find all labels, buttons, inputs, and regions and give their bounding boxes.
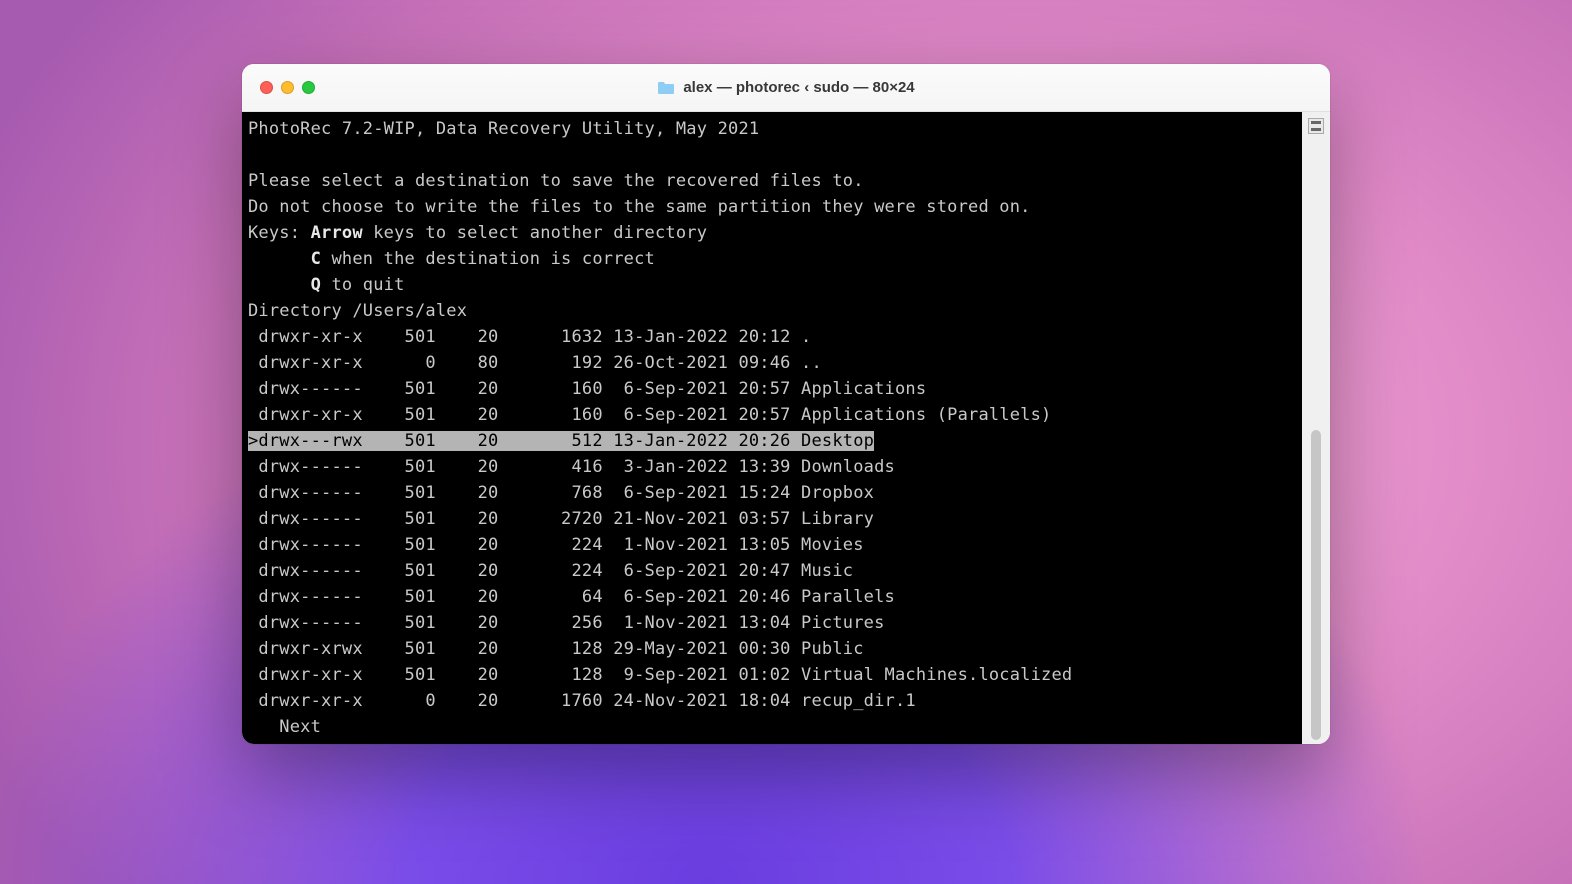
directory-row[interactable]: drwx------ 501 20 224 6-Sep-2021 20:47 M… <box>248 558 1300 584</box>
minimize-button[interactable] <box>281 81 294 94</box>
terminal-window: alex — photorec ‹ sudo — 80×24 PhotoRec … <box>242 64 1330 744</box>
directory-row[interactable]: drwxr-xrwx 501 20 128 29-May-2021 00:30 … <box>248 636 1300 662</box>
window-title-text: alex — photorec ‹ sudo — 80×24 <box>683 79 914 96</box>
directory-row[interactable]: drwx------ 501 20 768 6-Sep-2021 15:24 D… <box>248 480 1300 506</box>
directory-row-selected[interactable]: >drwx---rwx 501 20 512 13-Jan-2022 20:26… <box>248 428 1300 454</box>
scrollbar-thumb[interactable] <box>1311 430 1321 740</box>
window-title: alex — photorec ‹ sudo — 80×24 <box>657 79 914 96</box>
directory-row[interactable]: drwx------ 501 20 160 6-Sep-2021 20:57 A… <box>248 376 1300 402</box>
directory-row[interactable]: drwx------ 501 20 64 6-Sep-2021 20:46 Pa… <box>248 584 1300 610</box>
directory-row[interactable]: drwxr-xr-x 501 20 160 6-Sep-2021 20:57 A… <box>248 402 1300 428</box>
instruction-line: Do not choose to write the files to the … <box>248 194 1300 220</box>
directory-row[interactable]: drwxr-xr-x 501 20 1632 13-Jan-2022 20:12… <box>248 324 1300 350</box>
keys-line: Q to quit <box>248 272 1300 298</box>
directory-row[interactable]: drwx------ 501 20 256 1-Nov-2021 13:04 P… <box>248 610 1300 636</box>
scrollbar[interactable] <box>1309 138 1323 744</box>
folder-icon <box>657 80 675 95</box>
traffic-lights <box>242 81 315 94</box>
terminal-content[interactable]: PhotoRec 7.2-WIP, Data Recovery Utility,… <box>242 112 1302 744</box>
directory-row[interactable]: drwx------ 501 20 224 1-Nov-2021 13:05 M… <box>248 532 1300 558</box>
instruction-line: Please select a destination to save the … <box>248 168 1300 194</box>
keys-line: Keys: Arrow keys to select another direc… <box>248 220 1300 246</box>
directory-row[interactable]: drwxr-xr-x 0 20 1760 24-Nov-2021 18:04 r… <box>248 688 1300 714</box>
alt-screen-icon[interactable] <box>1308 118 1324 134</box>
terminal-body: PhotoRec 7.2-WIP, Data Recovery Utility,… <box>242 112 1330 744</box>
directory-row[interactable]: drwx------ 501 20 2720 21-Nov-2021 03:57… <box>248 506 1300 532</box>
keys-line: C when the destination is correct <box>248 246 1300 272</box>
titlebar[interactable]: alex — photorec ‹ sudo — 80×24 <box>242 64 1330 112</box>
directory-row[interactable]: drwx------ 501 20 416 3-Jan-2022 13:39 D… <box>248 454 1300 480</box>
header-line: PhotoRec 7.2-WIP, Data Recovery Utility,… <box>248 116 1300 142</box>
directory-row[interactable]: drwxr-xr-x 0 80 192 26-Oct-2021 09:46 .. <box>248 350 1300 376</box>
right-gutter <box>1302 112 1330 744</box>
close-button[interactable] <box>260 81 273 94</box>
directory-row[interactable]: drwxr-xr-x 501 20 128 9-Sep-2021 01:02 V… <box>248 662 1300 688</box>
maximize-button[interactable] <box>302 81 315 94</box>
directory-line: Directory /Users/alex <box>248 298 1300 324</box>
pager-next[interactable]: Next <box>248 714 1300 740</box>
